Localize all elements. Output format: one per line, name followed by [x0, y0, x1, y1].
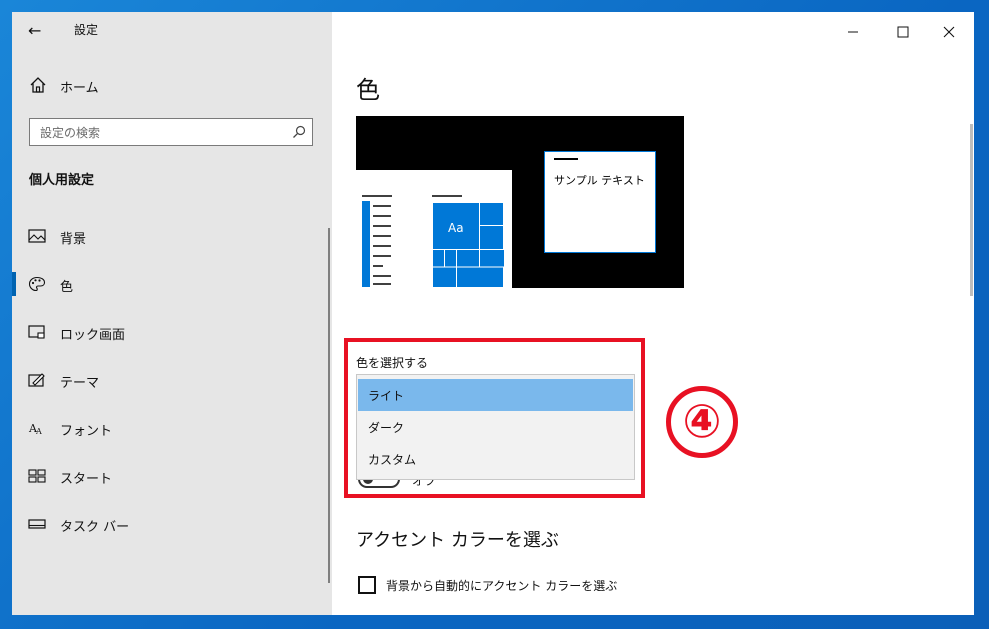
svg-text:A: A	[35, 427, 42, 436]
close-icon[interactable]	[926, 18, 972, 46]
sidebar: ← 設定 ホーム 個人用設定 背景	[12, 12, 332, 615]
auto-accent-checkbox[interactable]	[358, 576, 376, 594]
accent-color-title: アクセント カラーを選ぶ	[356, 530, 559, 551]
page-title: 色	[356, 76, 380, 104]
auto-accent-label: 背景から自動的にアクセント カラーを選ぶ	[386, 579, 618, 593]
sidebar-item-label: ホーム	[60, 81, 99, 96]
main-scrollbar[interactable]	[970, 124, 973, 296]
preview-start-graphic: Aa	[362, 195, 504, 288]
sidebar-item-theme[interactable]: テーマ	[12, 360, 332, 400]
lock-screen-icon	[28, 325, 45, 339]
back-arrow-icon[interactable]: ←	[28, 21, 48, 41]
sidebar-scrollbar[interactable]	[328, 228, 330, 583]
sidebar-item-label: スタート	[60, 472, 113, 487]
preview-sample-text: サンプル テキスト	[554, 174, 645, 187]
picture-icon	[28, 229, 46, 243]
sidebar-item-start[interactable]: スタート	[12, 456, 332, 496]
color-preview: Aa サンプル テキスト	[356, 116, 684, 288]
sidebar-item-font[interactable]: A A フォント	[12, 408, 332, 448]
active-indicator	[12, 272, 16, 296]
preview-window: サンプル テキスト	[544, 151, 656, 253]
sidebar-item-label: テーマ	[60, 376, 100, 391]
sidebar-item-taskbar[interactable]: タスク バー	[12, 504, 332, 544]
preview-tile-text: Aa	[448, 221, 464, 235]
preview-window-bar	[554, 158, 578, 160]
highlight-box	[344, 338, 645, 498]
sidebar-item-label: ロック画面	[60, 328, 126, 343]
font-icon: A A	[28, 422, 42, 436]
sidebar-item-label: 色	[60, 280, 74, 295]
preview-start-menu: Aa	[356, 170, 512, 288]
sidebar-item-color[interactable]: 色	[12, 264, 332, 304]
step-marker: ④	[666, 386, 738, 458]
minimize-icon[interactable]	[830, 18, 876, 46]
sidebar-item-lock-screen[interactable]: ロック画面	[12, 312, 332, 352]
sidebar-item-background[interactable]: 背景	[12, 216, 332, 256]
home-icon	[30, 77, 46, 93]
settings-window: ← 設定 ホーム 個人用設定 背景	[12, 12, 974, 615]
sidebar-item-home[interactable]: ホーム	[12, 72, 332, 100]
window-title: 設定	[74, 23, 99, 37]
taskbar-icon	[28, 519, 46, 529]
sidebar-item-label: タスク バー	[60, 520, 130, 535]
search-input[interactable]	[30, 119, 282, 147]
maximize-icon[interactable]	[880, 18, 926, 46]
section-title: 個人用設定	[29, 173, 95, 188]
main-panel: 色 Aa サンプル テキスト オフ 色を選択する ライト ダーク カスタム ④ …	[332, 12, 974, 615]
palette-icon	[28, 276, 46, 292]
sidebar-item-label: フォント	[60, 424, 113, 439]
search-box[interactable]	[29, 118, 313, 147]
start-icon	[28, 469, 46, 483]
theme-icon	[28, 373, 45, 387]
search-icon[interactable]	[292, 125, 306, 139]
auto-accent-row[interactable]: 背景から自動的にアクセント カラーを選ぶ	[356, 574, 716, 598]
sidebar-item-label: 背景	[60, 232, 87, 247]
